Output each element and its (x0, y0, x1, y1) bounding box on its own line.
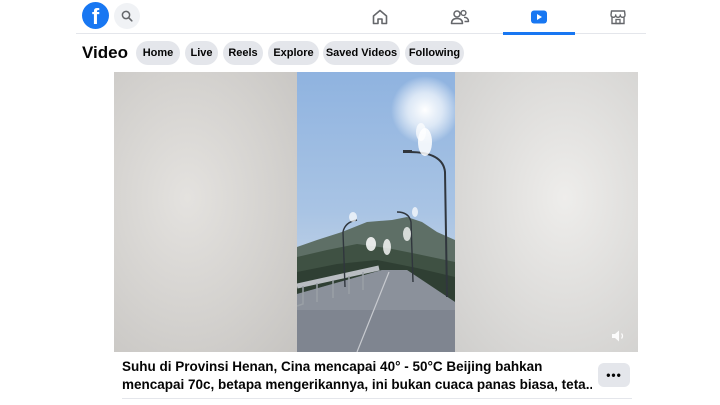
divider (122, 398, 632, 399)
tab-home[interactable]: Home (136, 41, 180, 65)
volume-icon[interactable] (610, 328, 626, 344)
video-player[interactable] (114, 72, 638, 352)
video-frame (297, 72, 455, 352)
friends-icon (450, 9, 470, 25)
caption-line-1: Suhu di Provinsi Henan, Cina mencapai 40… (122, 359, 543, 374)
caption-line-2: mencapai 70c, betapa mengerikannya, ini … (122, 377, 592, 392)
tab-following[interactable]: Following (405, 41, 464, 65)
search-icon (121, 10, 133, 22)
search-button[interactable] (114, 3, 140, 29)
tab-explore[interactable]: Explore (268, 41, 319, 65)
post-caption[interactable]: Suhu di Provinsi Henan, Cina mencapai 40… (122, 358, 592, 394)
tab-saved-videos[interactable]: Saved Videos (323, 41, 400, 65)
video-blur-backdrop-right (455, 72, 638, 352)
facebook-logo[interactable]: f (82, 2, 109, 29)
video-icon (531, 10, 547, 24)
nav-home[interactable] (344, 0, 416, 34)
nav-video[interactable] (503, 0, 575, 35)
nav-marketplace[interactable] (582, 0, 654, 34)
tab-live[interactable]: Live (185, 41, 218, 65)
tab-reels[interactable]: Reels (223, 41, 263, 65)
more-options-button[interactable]: ••• (598, 363, 630, 387)
top-navigation-bar: f (76, 0, 646, 35)
nav-friends[interactable] (424, 0, 496, 34)
video-blur-backdrop-left (114, 72, 297, 352)
home-icon (372, 9, 388, 25)
page-title: Video (82, 43, 128, 62)
video-subnav: Video Home Live Reels Explore Saved Vide… (76, 36, 646, 70)
marketplace-icon (610, 10, 626, 25)
